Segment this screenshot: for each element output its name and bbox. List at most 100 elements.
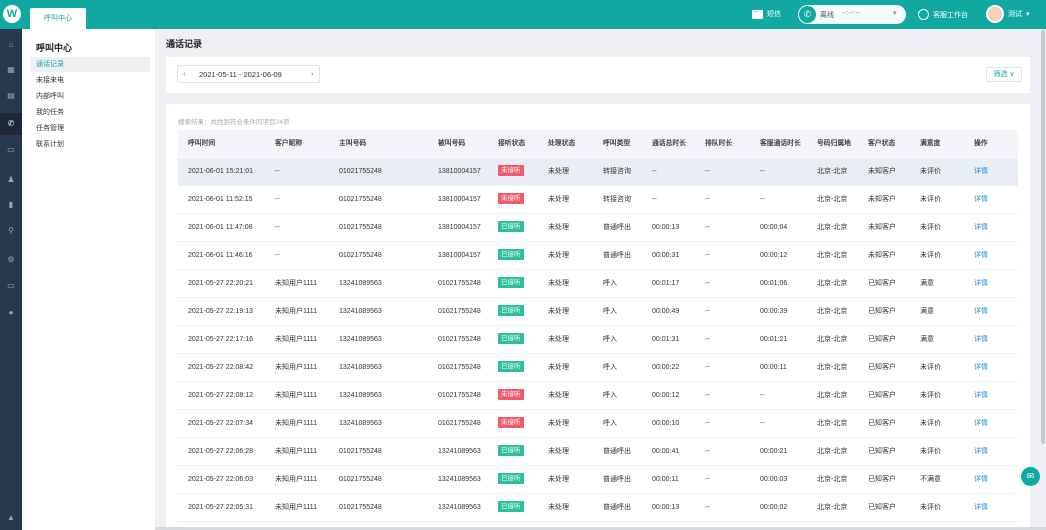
submenu-item-missed-calls[interactable]: 未接来电	[30, 73, 150, 88]
cell-queue-duration: --	[705, 224, 710, 231]
table-row[interactable]: 2021-06-01 15:21:01 -- 01021755248 13810004…	[178, 158, 1018, 186]
details-link[interactable]: 详情	[974, 158, 988, 185]
document-icon[interactable]: ▤	[0, 89, 22, 103]
table-row[interactable]: 2021-05-27 22:08:42 未知用户1111 13241089563 01…	[178, 354, 1018, 382]
apps-icon[interactable]: ▦	[0, 63, 22, 77]
scrollbar[interactable]	[1041, 30, 1045, 444]
avatar	[986, 5, 1004, 23]
cell-queue-duration: --	[705, 280, 710, 287]
app-logo[interactable]: W	[3, 5, 21, 23]
cell-total-duration: 00:00:22	[652, 364, 680, 371]
cell-caller-number: 13241089563	[339, 364, 382, 371]
submenu-item-my-tasks[interactable]: 我的任务	[30, 105, 150, 120]
cell-total-duration: 00:00:11	[652, 476, 679, 483]
call-records-table: 搜索结果：共找到符合条件的项目24项 呼叫时间 客户昵称 主叫号码 被叫号码 接听状态 处…	[166, 104, 1030, 530]
details-link[interactable]: 详情	[974, 382, 988, 409]
cell-queue-duration: --	[705, 504, 710, 511]
cell-agent-duration: 00:00:11	[760, 364, 787, 371]
cell-queue-duration: --	[705, 392, 710, 399]
table-row[interactable]: 2021-05-27 22:20:21 未知用户1111 13241089563 01…	[178, 270, 1018, 298]
table-row[interactable]: 2021-06-01 11:47:08 -- 01021755248 13810004…	[178, 214, 1018, 242]
cell-call-time: 2021-06-01 11:47:08	[188, 224, 253, 231]
search-icon[interactable]: ⚲	[0, 224, 22, 238]
user-icon[interactable]: ♟	[0, 173, 22, 187]
sms-button[interactable]: 短信	[752, 7, 781, 19]
cell-handle-status: 未处理	[548, 336, 569, 343]
submenu-item-task-management[interactable]: 任务管理	[30, 121, 150, 136]
details-link[interactable]: 详情	[974, 438, 988, 465]
cell-satisfaction: 未评价	[920, 196, 941, 203]
cell-handle-status: 未处理	[548, 476, 569, 483]
cell-number-location: 北京-北京	[817, 224, 848, 231]
details-link[interactable]: 详情	[974, 494, 988, 521]
table-row[interactable]: 2021-05-27 22:08:12 未知用户1111 13241089563 01…	[178, 382, 1018, 410]
chart-icon[interactable]: ▮	[0, 198, 22, 212]
cell-handle-status: 未处理	[548, 392, 569, 399]
agent-status-selector[interactable]: ✆ 离线 --:--:-- ▾	[798, 5, 906, 24]
filter-button[interactable]: 筛选 ∨	[986, 67, 1022, 82]
details-link[interactable]: 详情	[974, 242, 988, 269]
details-link[interactable]: 详情	[974, 354, 988, 381]
cell-caller-number: 01021755248	[339, 224, 382, 231]
date-range-value: 2021-05-11 - 2021-06-09	[199, 70, 282, 79]
cell-agent-duration: 00:00:39	[760, 308, 788, 315]
table-row[interactable]: 2021-05-27 22:07:34 未知用户1111 13241089563 01…	[178, 410, 1018, 438]
details-link[interactable]: 详情	[974, 410, 988, 437]
details-link[interactable]: 详情	[974, 270, 988, 297]
cell-call-time: 2021-05-27 22:06:28	[188, 448, 253, 455]
agent-workspace-button[interactable]: 客服工作台	[918, 9, 968, 20]
table-row[interactable]: 2021-06-01 11:46:16 -- 01021755248 13810004…	[178, 242, 1018, 270]
details-link[interactable]: 详情	[974, 186, 988, 213]
table-row[interactable]: 2021-05-27 22:06:03 未知用户1111 01021755248 13…	[178, 466, 1018, 494]
submenu-item-call-records[interactable]: 通话记录	[30, 57, 150, 72]
table-row[interactable]: 2021-05-27 22:17:16 未知用户1111 13241089563 01…	[178, 326, 1018, 354]
chevron-left-icon[interactable]: ‹	[183, 69, 186, 78]
date-range-picker[interactable]: ‹ 2021-05-11 - 2021-06-09 ›	[177, 65, 320, 83]
cell-answer-status: 未接听	[498, 158, 524, 185]
cell-agent-duration: 00:01:21	[760, 336, 788, 343]
settings-icon[interactable]: ⚙	[0, 253, 22, 267]
cell-customer-status: 已知客户	[868, 336, 896, 343]
cell-customer-status: 已知客户	[868, 476, 896, 483]
bell-icon[interactable]: ▲	[0, 511, 22, 525]
column-header-queue-duration: 排队时长	[705, 140, 733, 147]
column-header-number-location: 号码归属地	[817, 140, 851, 147]
chevron-right-icon[interactable]: ›	[311, 69, 314, 78]
cell-satisfaction: 未评价	[920, 224, 941, 231]
cell-agent-duration: 00:01:06	[760, 280, 788, 287]
details-link[interactable]: 详情	[974, 326, 988, 353]
chat-icon[interactable]: ✉	[1021, 467, 1040, 486]
cell-call-time: 2021-06-01 11:52:15	[188, 196, 253, 203]
user-menu[interactable]: 测试 ▾	[986, 5, 1030, 23]
message-icon[interactable]: ▭	[0, 143, 22, 157]
user-name: 测试	[1008, 11, 1022, 18]
cell-answer-status: 已接听	[498, 354, 524, 381]
cell-satisfaction: 未评价	[920, 168, 941, 175]
card-icon[interactable]: ▭	[0, 279, 22, 293]
cell-call-type: 普通呼出	[603, 448, 631, 455]
cell-answer-status: 未接听	[498, 382, 524, 409]
home-icon[interactable]: ⌂	[0, 38, 22, 52]
cell-call-time: 2021-05-27 22:06:03	[188, 476, 253, 483]
table-row[interactable]: 2021-05-27 22:05:31 未知用户1111 01021755248 13…	[178, 494, 1018, 522]
table-row[interactable]: 2021-05-27 22:06:28 未知用户1111 01021755248 13…	[178, 438, 1018, 466]
cell-caller-number: 01021755248	[339, 448, 382, 455]
table-row[interactable]: 2021-05-27 22:19:13 未知用户1111 13241089563 01…	[178, 298, 1018, 326]
tab-call-center[interactable]: 呼叫中心	[30, 8, 86, 29]
cell-call-type: 呼入	[603, 336, 617, 343]
status-badge: 未接听	[498, 193, 524, 205]
cell-customer-status: 未知客户	[868, 252, 896, 259]
circle-icon[interactable]: ●	[0, 306, 22, 320]
submenu-item-internal-call[interactable]: 内部呼叫	[30, 89, 150, 104]
phone-icon[interactable]: ✆	[0, 113, 22, 135]
details-link[interactable]: 详情	[974, 214, 988, 241]
cell-customer-nickname: 未知用户1111	[275, 336, 318, 343]
status-badge: 已接听	[498, 473, 524, 485]
cell-call-time: 2021-05-27 22:08:12	[188, 392, 253, 399]
details-link[interactable]: 详情	[974, 298, 988, 325]
cell-answer-status: 已接听	[498, 326, 524, 353]
details-link[interactable]: 详情	[974, 466, 988, 493]
sub-navigation: 呼叫中心 通话记录 未接来电 内部呼叫 我的任务 任务管理 联系计划	[22, 29, 155, 530]
table-row[interactable]: 2021-06-01 11:52:15 -- 01021755248 13810004…	[178, 186, 1018, 214]
submenu-item-contact-plan[interactable]: 联系计划	[30, 137, 150, 152]
